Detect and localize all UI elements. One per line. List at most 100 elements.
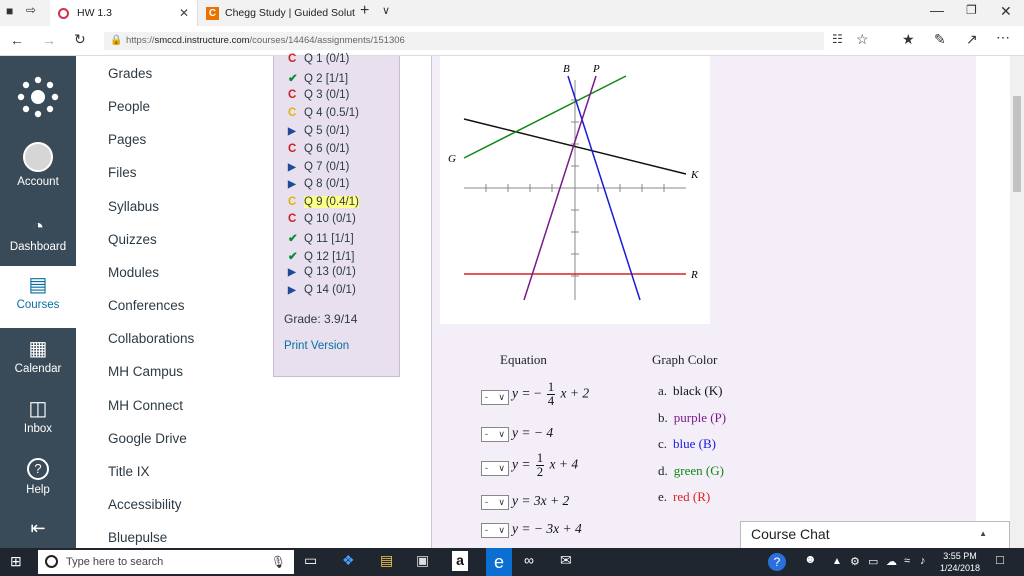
url-scheme: https:// <box>126 35 155 46</box>
scrollbar-thumb[interactable] <box>1013 96 1021 192</box>
question-link[interactable]: CQ 1 (0/1) <box>288 53 349 65</box>
infinity-app-icon[interactable]: ∞ <box>524 552 534 568</box>
question-link-current[interactable]: CQ 9 (0.4/1) <box>288 196 359 208</box>
mail-icon[interactable]: ✉ <box>560 552 572 569</box>
retry-icon: C <box>288 143 297 155</box>
edge-icon[interactable]: e <box>486 548 512 576</box>
address-bar-row: ← → ↻ 🔒 https://smccd.instructure.com/co… <box>0 26 1024 56</box>
url-path: /courses/14464/assignments/151306 <box>249 35 405 46</box>
course-nav-pages[interactable]: Pages <box>108 132 146 147</box>
tab-preview-icon[interactable]: ⇨ <box>26 3 36 17</box>
question-link[interactable]: ✔ Q 11 [1/1] <box>288 231 354 245</box>
calendar-icon: ▦ <box>28 338 48 360</box>
chat-expand-icon[interactable]: ▲ <box>979 529 987 538</box>
close-tab-icon[interactable]: ✕ <box>179 6 189 20</box>
dropbox-icon[interactable]: ❖ <box>342 552 355 569</box>
course-nav-syllabus[interactable]: Syllabus <box>108 199 159 214</box>
forward-icon[interactable]: → <box>42 32 56 48</box>
course-nav-bluepulse[interactable]: Bluepulse <box>108 530 167 545</box>
answer-select-4[interactable]: - <box>481 495 509 510</box>
course-nav-conferences[interactable]: Conferences <box>108 298 185 313</box>
label-P: P <box>592 63 600 75</box>
color-option-e: e. red (R) <box>658 489 711 504</box>
volume-icon[interactable]: ♪ <box>920 555 926 567</box>
question-link[interactable]: CQ 4 (0.5/1) <box>288 107 359 119</box>
question-link[interactable]: ▶ Q 7 (0/1) <box>288 161 349 173</box>
favorite-star-icon[interactable]: ☆ <box>856 31 869 48</box>
notes-pen-icon[interactable]: ✎ <box>934 31 946 48</box>
tray-chevron-icon[interactable]: ▲ <box>832 556 842 567</box>
course-nav-mh-campus[interactable]: MH Campus <box>108 364 183 379</box>
question-link[interactable]: ▶ Q 8 (0/1) <box>288 178 349 190</box>
people-icon[interactable]: ☻ <box>804 552 817 566</box>
course-nav-modules[interactable]: Modules <box>108 265 159 280</box>
help-app-icon[interactable]: ? <box>768 553 786 571</box>
nav-calendar[interactable]: ▦ Calendar <box>0 338 76 375</box>
course-nav-mh-connect[interactable]: MH Connect <box>108 398 183 413</box>
course-nav-collaborations[interactable]: Collaborations <box>108 331 194 346</box>
page-scrollbar[interactable] <box>1010 56 1024 548</box>
question-link[interactable]: ▶ Q 14 (0/1) <box>288 284 356 296</box>
question-link[interactable]: ▶ Q 5 (0/1) <box>288 125 349 137</box>
question-link[interactable]: ▶ Q 13 (0/1) <box>288 266 356 278</box>
wifi-icon[interactable]: ≈ <box>904 555 910 567</box>
course-nav-people[interactable]: People <box>108 99 150 114</box>
amazon-icon[interactable]: a <box>452 551 468 571</box>
system-clock[interactable]: 3:55 PM 1/24/2018 <box>935 550 985 574</box>
onedrive-icon[interactable]: ☁ <box>886 555 897 568</box>
tab-chegg-title: Chegg Study | Guided Solut <box>225 7 355 19</box>
tab-actions-icon[interactable]: ■ <box>6 4 13 18</box>
microphone-icon[interactable]: 🎙 <box>271 550 286 574</box>
restore-icon[interactable]: ❐ <box>966 3 977 17</box>
tab-chegg[interactable]: C Chegg Study | Guided Solut <box>200 0 360 26</box>
taskbar-search-input[interactable]: Type here to search 🎙 <box>38 550 294 574</box>
print-version-link[interactable]: Print Version <box>284 340 349 352</box>
equation-5: y = − 3x + 4 <box>512 521 582 536</box>
question-link[interactable]: ✔ Q 12 [1/1] <box>288 249 355 263</box>
tab-hw[interactable]: HW 1.3 ✕ <box>50 0 198 26</box>
course-nav-grades[interactable]: Grades <box>108 66 152 81</box>
new-tab-icon[interactable]: + <box>360 2 369 20</box>
question-link[interactable]: ✔ Q 2 [1/1] <box>288 71 348 85</box>
task-view-icon[interactable]: ▭ <box>304 552 317 569</box>
battery-icon[interactable]: ▭ <box>868 555 878 568</box>
question-link[interactable]: CQ 10 (0/1) <box>288 213 356 225</box>
reading-view-icon[interactable]: ☷ <box>832 32 843 46</box>
course-nav-files[interactable]: Files <box>108 165 137 180</box>
tab-list-chevron-icon[interactable]: ∨ <box>382 4 390 17</box>
global-nav: Account ◔ Dashboard ▤ Courses ▦ Calendar… <box>0 56 76 548</box>
answer-select-3[interactable]: - <box>481 461 509 476</box>
windows-start-icon[interactable]: ⊞ <box>10 553 22 570</box>
question-link[interactable]: CQ 6 (0/1) <box>288 143 349 155</box>
course-chat-bar[interactable]: Course Chat ▲ <box>740 521 1010 548</box>
url-field[interactable]: 🔒 https://smccd.instructure.com/courses/… <box>104 32 824 50</box>
answer-select-1[interactable]: - <box>481 390 509 405</box>
back-icon[interactable]: ← <box>10 32 24 48</box>
nav-help[interactable]: ? Help <box>0 458 76 496</box>
favorites-hub-icon[interactable]: ★ <box>902 31 915 48</box>
nav-courses[interactable]: ▤ Courses <box>0 266 76 328</box>
nav-help-label: Help <box>26 484 50 496</box>
more-icon[interactable]: ⋯ <box>996 29 1010 46</box>
share-icon[interactable]: ↗ <box>966 31 978 48</box>
question-link[interactable]: CQ 3 (0/1) <box>288 89 349 101</box>
answer-select-5[interactable]: - <box>481 523 509 538</box>
minimize-icon[interactable]: — <box>930 2 944 18</box>
course-nav-accessibility[interactable]: Accessibility <box>108 497 182 512</box>
nav-dashboard[interactable]: ◔ Dashboard <box>0 216 76 253</box>
action-center-icon[interactable]: □ <box>996 552 1004 567</box>
tab-hw-title: HW 1.3 <box>77 7 113 19</box>
course-nav-title-ix[interactable]: Title IX <box>108 464 150 479</box>
nav-inbox[interactable]: ◫ Inbox <box>0 398 76 435</box>
refresh-icon[interactable]: ↻ <box>74 31 86 48</box>
nav-account[interactable]: Account <box>0 142 76 188</box>
close-window-icon[interactable]: ✕ <box>1000 3 1012 20</box>
file-explorer-icon[interactable]: ▤ <box>380 552 393 569</box>
answer-select-2[interactable]: - <box>481 427 509 442</box>
tray-usb-icon[interactable]: ⚙ <box>850 555 860 568</box>
course-nav-quizzes[interactable]: Quizzes <box>108 232 157 247</box>
canvas-logo[interactable] <box>0 74 76 123</box>
course-nav-google-drive[interactable]: Google Drive <box>108 431 187 446</box>
collapse-nav-icon[interactable]: ⇤ <box>0 518 76 539</box>
store-icon[interactable]: ▣ <box>416 552 429 569</box>
